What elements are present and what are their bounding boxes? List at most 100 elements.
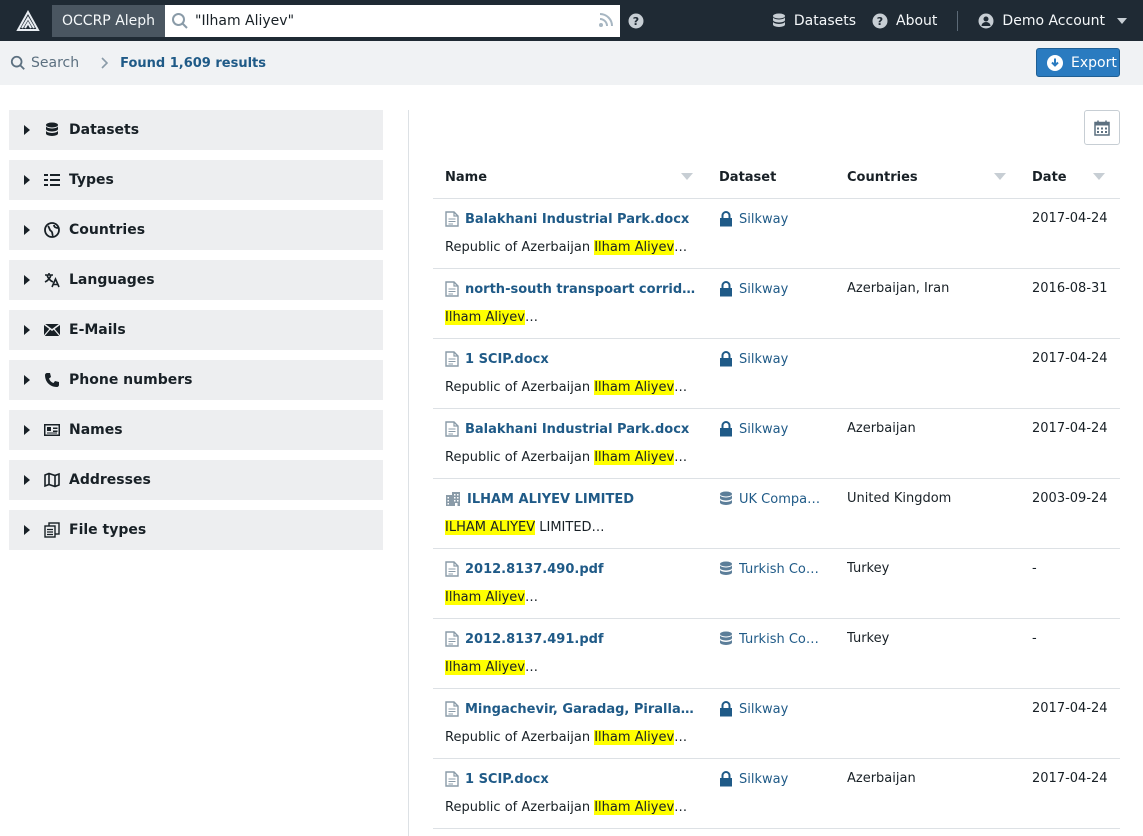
result-name-link[interactable]: 1 SCIP.docx bbox=[465, 772, 549, 787]
result-countries: Turkey bbox=[847, 561, 890, 576]
table-row[interactable]: ILHAM ALIYEV LIMITED UK Compa… United King… bbox=[433, 479, 1120, 549]
result-name-link[interactable]: 1 SCIP.docx bbox=[465, 352, 549, 367]
result-snippet: Ilham Aliyev… bbox=[445, 310, 538, 325]
aleph-logo-icon[interactable] bbox=[8, 4, 48, 37]
result-name-cell[interactable]: 1 SCIP.docx bbox=[445, 771, 699, 787]
result-dataset-link[interactable]: Silkway bbox=[739, 352, 788, 367]
result-name-cell[interactable]: ILHAM ALIYEV LIMITED bbox=[445, 491, 699, 507]
facet-addresses[interactable]: Addresses bbox=[9, 460, 383, 500]
result-dataset-cell[interactable]: Silkway bbox=[719, 351, 823, 367]
facet-phone-numbers[interactable]: Phone numbers bbox=[9, 360, 383, 400]
result-name-cell[interactable]: Mingachevir, Garadag, Pirallahi.d… bbox=[445, 701, 699, 717]
header-name[interactable]: Name bbox=[445, 170, 487, 185]
facet-label: File types bbox=[69, 522, 147, 538]
facet-datasets[interactable]: Datasets bbox=[9, 110, 383, 150]
phone-icon bbox=[43, 372, 61, 388]
result-dataset-link[interactable]: UK Compa… bbox=[739, 492, 820, 507]
result-dataset-link[interactable]: Silkway bbox=[739, 772, 788, 787]
result-name-link[interactable]: 2012.8137.490.pdf bbox=[465, 562, 604, 577]
result-dataset-cell[interactable]: Turkish Co… bbox=[719, 631, 823, 647]
account-menu-button[interactable]: Demo Account bbox=[970, 5, 1143, 37]
facet-file-types[interactable]: File types bbox=[9, 510, 383, 550]
result-name-link[interactable]: Balakhani Industrial Park.docx bbox=[465, 212, 689, 227]
table-row[interactable]: Mingachevir, Garadag, Pirallahi.d… Silkwa… bbox=[433, 689, 1120, 759]
user-icon bbox=[978, 13, 994, 28]
lock-icon bbox=[719, 281, 733, 297]
header-date[interactable]: Date bbox=[1032, 170, 1067, 185]
table-row[interactable]: north-south transpoart corridor.d… Silkwa… bbox=[433, 269, 1120, 339]
datasets-nav-button[interactable]: Datasets bbox=[764, 5, 864, 37]
snippet-text: … bbox=[524, 310, 538, 325]
snippet-highlight: Ilham Aliyev bbox=[594, 800, 675, 815]
result-name-cell[interactable]: 1 SCIP.docx bbox=[445, 351, 699, 367]
result-dataset-cell[interactable]: Silkway bbox=[719, 701, 823, 717]
table-row[interactable]: 1 SCIP.docx Silkway 2017-04-24 Republic of … bbox=[433, 339, 1120, 409]
result-name-link[interactable]: Mingachevir, Garadag, Pirallahi.d… bbox=[465, 702, 699, 717]
result-name-link[interactable]: 2012.8137.491.pdf bbox=[465, 632, 604, 647]
caret-right-icon bbox=[24, 525, 30, 535]
rss-feed-icon[interactable] bbox=[598, 12, 614, 32]
result-name-link[interactable]: north-south transpoart corridor.d… bbox=[465, 282, 699, 297]
facet-types[interactable]: Types bbox=[9, 160, 383, 200]
account-label: Demo Account bbox=[1002, 12, 1105, 29]
document-icon bbox=[445, 421, 459, 437]
lock-icon bbox=[719, 421, 733, 437]
facet-languages[interactable]: Languages bbox=[9, 260, 383, 300]
snippet-highlight: Ilham Aliyev bbox=[594, 380, 675, 395]
snippet-highlight: Ilham Aliyev bbox=[445, 660, 525, 675]
result-dataset-link[interactable]: Turkish Co… bbox=[739, 562, 819, 577]
result-date: 2016-08-31 bbox=[1032, 281, 1108, 296]
about-nav-button[interactable]: ? About bbox=[864, 5, 945, 37]
table-row[interactable]: Balakhani Industrial Park.docx Silkway Aze… bbox=[433, 409, 1120, 479]
table-row[interactable]: 2012.8137.490.pdf Turkish Co… Turkey - Ilham… bbox=[433, 549, 1120, 619]
result-name-cell[interactable]: Balakhani Industrial Park.docx bbox=[445, 211, 699, 227]
result-snippet: Republic of Azerbaijan Ilham Aliyev… bbox=[445, 240, 687, 255]
result-dataset-cell[interactable]: Silkway bbox=[719, 211, 823, 227]
snippet-text: Republic of Azerbaijan bbox=[445, 800, 595, 815]
table-row[interactable]: Balakhani Industrial Park.docx Silkway 201… bbox=[433, 199, 1120, 269]
facet-label: Names bbox=[69, 422, 123, 438]
lock-icon bbox=[719, 701, 733, 717]
snippet-highlight: ILHAM ALIYEV bbox=[445, 520, 536, 535]
about-nav-label: About bbox=[896, 12, 938, 29]
result-name-cell[interactable]: north-south transpoart corridor.d… bbox=[445, 281, 699, 297]
result-dataset-link[interactable]: Silkway bbox=[739, 212, 788, 227]
result-name-link[interactable]: ILHAM ALIYEV LIMITED bbox=[467, 492, 634, 507]
result-name-cell[interactable]: 2012.8137.491.pdf bbox=[445, 631, 699, 647]
table-row[interactable]: 1 SCIP.docx Silkway Azerbaijan 2017-04-24 Re… bbox=[433, 759, 1120, 829]
result-dataset-link[interactable]: Silkway bbox=[739, 422, 788, 437]
help-icon[interactable]: ? bbox=[628, 13, 644, 29]
result-dataset-cell[interactable]: UK Compa… bbox=[719, 491, 823, 507]
result-dataset-cell[interactable]: Silkway bbox=[719, 421, 823, 437]
translate-icon bbox=[43, 272, 61, 288]
result-dataset-link[interactable]: Silkway bbox=[739, 702, 788, 717]
result-dataset-link[interactable]: Silkway bbox=[739, 282, 788, 297]
result-dataset-cell[interactable]: Silkway bbox=[719, 281, 823, 297]
result-name-cell[interactable]: 2012.8137.490.pdf bbox=[445, 561, 699, 577]
snippet-highlight: Ilham Aliyev bbox=[445, 590, 525, 605]
facet-countries[interactable]: Countries bbox=[9, 210, 383, 250]
search-input[interactable] bbox=[195, 12, 586, 29]
header-countries[interactable]: Countries bbox=[847, 170, 918, 185]
result-name-cell[interactable]: Balakhani Industrial Park.docx bbox=[445, 421, 699, 437]
snippet-text: … bbox=[524, 590, 538, 605]
brand-name[interactable]: OCCRP Aleph bbox=[52, 4, 166, 37]
header-dataset[interactable]: Dataset bbox=[719, 170, 776, 185]
caret-right-icon bbox=[24, 175, 30, 185]
export-button[interactable]: Export bbox=[1036, 48, 1120, 77]
facet-label: Languages bbox=[69, 272, 155, 288]
result-dataset-cell[interactable]: Turkish Co… bbox=[719, 561, 823, 577]
breadcrumb-search[interactable]: Search bbox=[10, 55, 79, 71]
sort-caret-icon[interactable] bbox=[994, 173, 1006, 181]
sort-caret-icon[interactable] bbox=[1093, 173, 1105, 181]
facet-names[interactable]: Names bbox=[9, 410, 383, 450]
result-dataset-cell[interactable]: Silkway bbox=[719, 771, 823, 787]
result-name-link[interactable]: Balakhani Industrial Park.docx bbox=[465, 422, 689, 437]
sort-caret-icon[interactable] bbox=[681, 173, 693, 181]
result-dataset-link[interactable]: Turkish Co… bbox=[739, 632, 819, 647]
facet-emails[interactable]: E-Mails bbox=[9, 310, 383, 350]
caret-right-icon bbox=[24, 125, 30, 135]
table-row[interactable]: 2012.8137.491.pdf Turkish Co… Turkey - Ilham… bbox=[433, 619, 1120, 689]
date-filter-button[interactable] bbox=[1084, 110, 1120, 145]
result-snippet: Republic of Azerbaijan Ilham Aliyev… bbox=[445, 730, 687, 745]
